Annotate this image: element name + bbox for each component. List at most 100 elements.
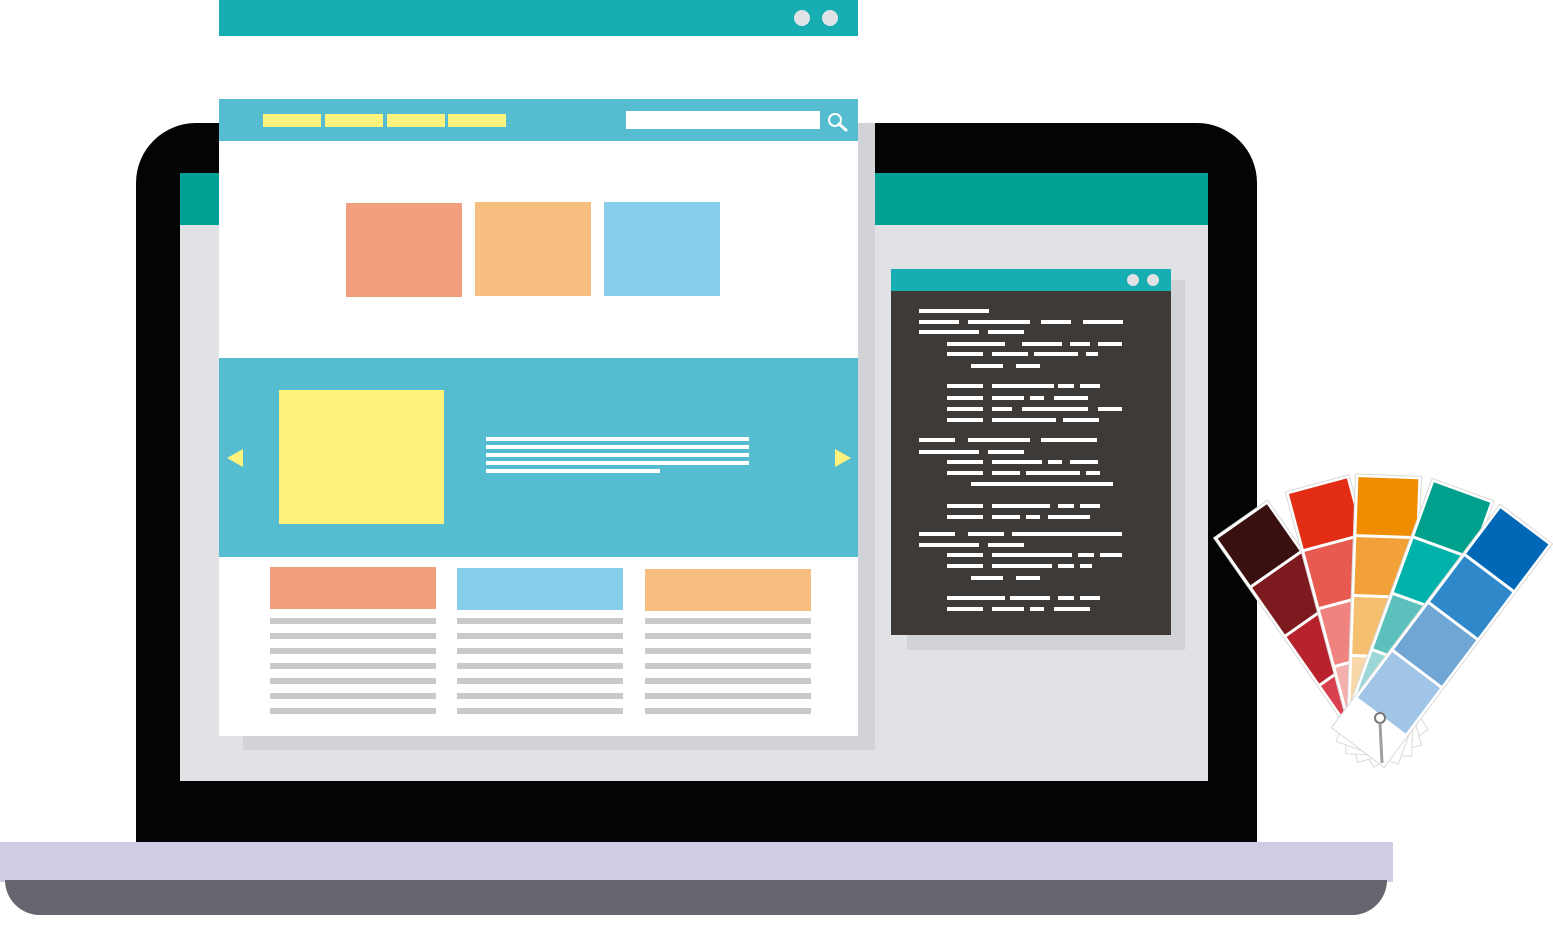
- code-line: [947, 384, 983, 388]
- laptop-base: [0, 842, 1393, 882]
- column-text-line: [457, 693, 623, 699]
- code-line: [947, 564, 983, 568]
- arrow-right-icon[interactable]: [835, 449, 851, 467]
- nav-item[interactable]: [325, 114, 383, 127]
- nav-item[interactable]: [263, 114, 321, 127]
- code-line: [1086, 352, 1098, 356]
- code-line: [947, 596, 1005, 600]
- feature-card[interactable]: [346, 203, 462, 297]
- code-line: [1041, 438, 1097, 442]
- column-text-line: [270, 708, 436, 714]
- code-line: [947, 352, 983, 356]
- code-line: [1034, 352, 1078, 356]
- hero-text-line: [486, 445, 749, 449]
- nav-item[interactable]: [387, 114, 445, 127]
- code-window-bar: [891, 269, 1171, 291]
- column-text-line: [645, 693, 811, 699]
- code-line: [1012, 532, 1122, 536]
- swatch-pin-icon: [1374, 712, 1386, 724]
- column-text-line: [270, 648, 436, 654]
- code-line: [1098, 342, 1122, 346]
- code-line: [968, 320, 1030, 324]
- code-line: [992, 607, 1024, 611]
- code-line: [919, 309, 989, 313]
- code-line: [919, 320, 959, 324]
- code-line: [1063, 418, 1099, 422]
- search-icon[interactable]: [824, 110, 852, 134]
- code-line: [1098, 407, 1122, 411]
- column-text-line: [270, 633, 436, 639]
- feature-card[interactable]: [604, 202, 720, 296]
- code-line: [1083, 320, 1123, 324]
- column-header[interactable]: [645, 569, 811, 611]
- code-line: [1016, 576, 1040, 580]
- window-dot-icon[interactable]: [822, 10, 838, 26]
- code-line: [971, 576, 1003, 580]
- code-line: [1048, 515, 1090, 519]
- code-line: [1070, 460, 1098, 464]
- code-line: [1022, 342, 1062, 346]
- code-line: [947, 396, 983, 400]
- hero-text-line: [486, 469, 660, 473]
- code-line: [947, 418, 983, 422]
- code-line: [992, 504, 1050, 508]
- code-line: [1030, 396, 1044, 400]
- column-text-line: [457, 663, 623, 669]
- window-dot-icon[interactable]: [1127, 274, 1139, 286]
- code-line: [988, 450, 1024, 454]
- nav-item[interactable]: [448, 114, 506, 127]
- code-line: [992, 515, 1020, 519]
- code-line: [1026, 471, 1080, 475]
- code-line: [992, 396, 1024, 400]
- code-line: [1080, 504, 1100, 508]
- search-input[interactable]: [626, 111, 820, 129]
- window-dot-icon[interactable]: [1147, 274, 1159, 286]
- column-text-line: [270, 618, 436, 624]
- hero-text-line: [486, 453, 749, 457]
- code-line: [968, 532, 1004, 536]
- column-header[interactable]: [457, 568, 623, 610]
- code-line: [1080, 384, 1100, 388]
- code-line: [919, 450, 979, 454]
- code-line: [919, 330, 979, 334]
- code-line: [1058, 384, 1074, 388]
- code-line: [992, 471, 1020, 475]
- column-text-line: [270, 693, 436, 699]
- hero-text-line: [486, 461, 749, 465]
- code-line: [992, 384, 1054, 388]
- column-text-line: [457, 678, 623, 684]
- code-line: [919, 543, 979, 547]
- code-line: [947, 504, 983, 508]
- code-line: [1086, 471, 1100, 475]
- floating-window-bar: [219, 0, 858, 36]
- column-text-line: [270, 678, 436, 684]
- code-line: [1041, 320, 1071, 324]
- code-line: [1010, 596, 1050, 600]
- code-line: [992, 553, 1072, 557]
- code-line: [988, 330, 1024, 334]
- code-line: [947, 515, 983, 519]
- code-line: [919, 438, 955, 442]
- code-line: [971, 364, 1003, 368]
- column-text-line: [645, 708, 811, 714]
- column-text-line: [457, 618, 623, 624]
- code-line: [1054, 607, 1090, 611]
- code-line: [992, 460, 1042, 464]
- column-text-line: [645, 663, 811, 669]
- hero-text-line: [486, 437, 749, 441]
- arrow-left-icon[interactable]: [227, 449, 243, 467]
- hero-image-placeholder: [279, 390, 444, 524]
- code-line: [947, 471, 983, 475]
- code-line: [1026, 515, 1040, 519]
- column-header[interactable]: [270, 567, 436, 609]
- code-line: [971, 482, 1113, 486]
- window-dot-icon[interactable]: [794, 10, 810, 26]
- code-line: [1070, 342, 1090, 346]
- code-line: [1022, 407, 1088, 411]
- feature-card[interactable]: [475, 202, 591, 296]
- color-swatch-fan-icon: [1212, 473, 1553, 769]
- code-line: [947, 407, 983, 411]
- code-line: [992, 352, 1028, 356]
- swatch-chip: [1356, 477, 1419, 537]
- code-line: [1058, 564, 1074, 568]
